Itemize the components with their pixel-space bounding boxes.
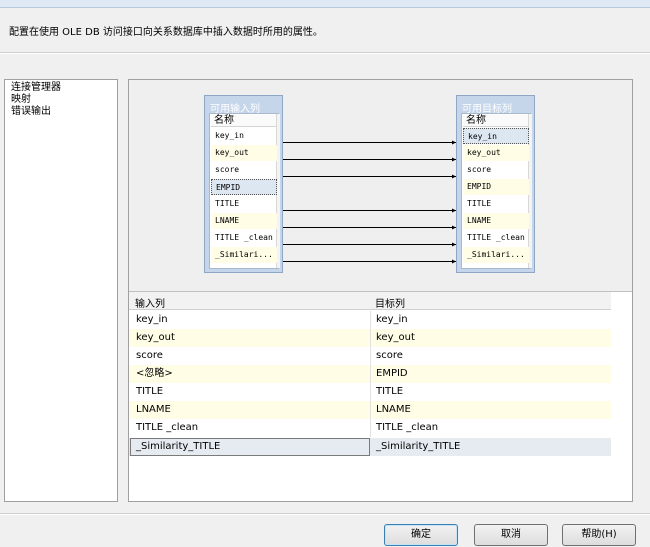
cell-divider: [370, 311, 371, 329]
table-row[interactable]: score score: [129, 347, 611, 365]
table-row[interactable]: key_in key_in: [129, 311, 611, 329]
table-row[interactable]: key_out key_out: [129, 329, 611, 347]
input-cell[interactable]: TITLE _clean: [136, 419, 198, 437]
window-titlebar: [0, 0, 650, 8]
input-cell[interactable]: LNAME: [136, 401, 171, 419]
destination-cell[interactable]: key_out: [376, 329, 415, 347]
mapping-diagram: 可用输入列 名称 key_in key_out score EMPID TITL…: [129, 80, 632, 292]
destination-cell[interactable]: LNAME: [376, 401, 411, 419]
page-description: 配置在使用 OLE DB 访问接口向关系数据库中插入数据时所用的属性。: [9, 27, 323, 38]
destination-cell[interactable]: TITLE _clean: [376, 419, 438, 437]
input-cell[interactable]: TITLE: [136, 383, 163, 401]
table-row[interactable]: <忽略> EMPID: [129, 365, 611, 383]
table-row[interactable]: TITLE TITLE: [129, 383, 611, 401]
arrowhead: [452, 259, 456, 264]
arrowhead: [452, 208, 456, 213]
cell-divider: [370, 419, 371, 437]
input-cell[interactable]: _Similarity_TITLE: [136, 438, 220, 456]
destination-cell[interactable]: score: [376, 347, 403, 365]
nav-item-mappings[interactable]: 映射: [11, 94, 111, 106]
destination-cell[interactable]: key_in: [376, 311, 408, 329]
table-row[interactable]: TITLE _clean TITLE _clean: [129, 419, 611, 437]
input-cell[interactable]: key_out: [136, 329, 175, 347]
input-cell[interactable]: score: [136, 347, 163, 365]
input-cell[interactable]: <忽略>: [136, 365, 173, 383]
grid-header-input[interactable]: 输入列: [135, 295, 165, 310]
table-row[interactable]: LNAME LNAME: [129, 401, 611, 419]
input-cell[interactable]: key_in: [136, 311, 168, 329]
nav-item-connection-manager[interactable]: 连接管理器: [11, 82, 111, 94]
arrowhead: [452, 140, 456, 145]
arrowhead: [452, 242, 456, 247]
cancel-button[interactable]: 取消: [474, 524, 548, 546]
arrowhead: [452, 174, 456, 179]
mapping-lines: [283, 140, 456, 264]
cell-divider: [370, 365, 371, 383]
mapping-panel: 可用输入列 名称 key_in key_out score EMPID TITL…: [128, 79, 633, 502]
help-button[interactable]: 帮助(H): [562, 524, 636, 546]
grid-header: 输入列 目标列: [129, 292, 611, 310]
top-divider: [0, 52, 650, 54]
ok-button[interactable]: 确定: [384, 524, 458, 546]
arrowhead: [452, 157, 456, 162]
table-row-selected[interactable]: _Similarity_TITLE _Similarity_TITLE: [129, 438, 611, 456]
cell-divider: [370, 401, 371, 419]
cell-divider: [370, 383, 371, 401]
destination-cell[interactable]: _Similarity_TITLE: [376, 438, 460, 456]
arrowhead: [452, 225, 456, 230]
cell-divider: [370, 347, 371, 365]
nav-item-error-output[interactable]: 错误输出: [11, 106, 111, 118]
destination-cell[interactable]: EMPID: [376, 365, 408, 383]
destination-cell[interactable]: TITLE: [376, 383, 403, 401]
cell-divider: [370, 329, 371, 347]
grid-header-destination[interactable]: 目标列: [375, 295, 405, 310]
bottom-divider: [0, 513, 650, 515]
nav-pane: 连接管理器 映射 错误输出: [4, 79, 118, 502]
